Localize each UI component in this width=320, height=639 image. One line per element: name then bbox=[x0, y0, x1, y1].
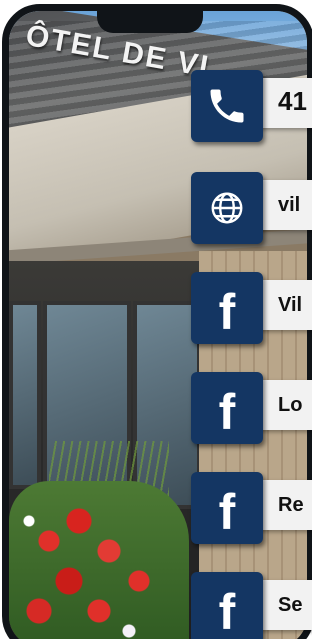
contact-facebook-3-label: Re bbox=[278, 494, 304, 516]
phone-icon bbox=[191, 70, 263, 142]
facebook-icon: f bbox=[191, 372, 263, 444]
contact-facebook-1-label: Vil bbox=[278, 294, 303, 316]
contact-website[interactable]: vil bbox=[191, 172, 312, 244]
phone-mockup: ÔTEL DE VI 540 41 bbox=[0, 0, 312, 639]
globe-icon bbox=[191, 172, 263, 244]
flower-planter bbox=[9, 481, 189, 639]
contact-phone[interactable]: 41 bbox=[191, 70, 312, 142]
contact-facebook-4-label: Se bbox=[278, 594, 303, 616]
phone-notch bbox=[97, 5, 203, 33]
facebook-icon: f bbox=[191, 572, 263, 639]
contact-facebook-4[interactable]: f Se bbox=[191, 572, 312, 639]
window-pane bbox=[9, 301, 41, 489]
contact-phone-label: 41 bbox=[278, 86, 307, 116]
contact-website-label: vil bbox=[278, 194, 301, 216]
contact-facebook-1[interactable]: f Vil bbox=[191, 272, 312, 344]
contact-facebook-2[interactable]: f Lo bbox=[191, 372, 312, 444]
facebook-icon: f bbox=[191, 272, 263, 344]
contact-facebook-2-label: Lo bbox=[278, 394, 303, 416]
facebook-icon: f bbox=[191, 472, 263, 544]
contact-facebook-3[interactable]: f Re bbox=[191, 472, 312, 544]
